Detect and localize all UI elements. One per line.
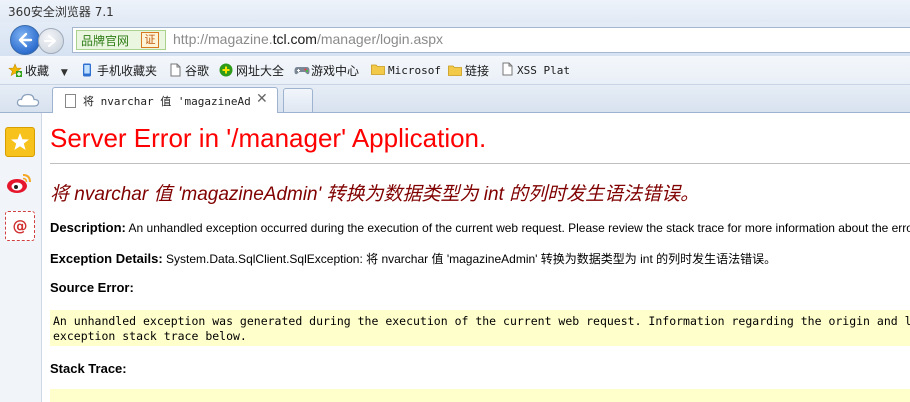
divider <box>50 163 910 164</box>
exception-label: Exception Details: <box>50 251 163 266</box>
favorite-item-label: 手机收藏夹 <box>97 64 158 78</box>
certificate-icon: 证 <box>141 32 159 48</box>
page-icon <box>168 63 182 77</box>
forward-arrow-icon <box>44 35 56 47</box>
error-message: 将 nvarchar 值 'magazineAdmin' 转换为数据类型为 in… <box>50 184 700 205</box>
favorite-item-mobile[interactable]: 手机收藏夹 <box>80 62 157 78</box>
green-plus-icon <box>219 63 233 77</box>
page-icon <box>500 62 514 76</box>
title-bar: 360安全浏览器 7.1 <box>0 0 910 22</box>
url-text[interactable]: http://magazine.tcl.com/manager/login.as… <box>173 31 443 47</box>
star-plus-icon <box>8 63 22 77</box>
sidebar: @ <box>0 113 42 402</box>
favorite-item-xss-plat[interactable]: XSS Plat <box>500 62 570 78</box>
source-error-heading: Source Error: <box>50 280 134 295</box>
phone-icon <box>80 63 94 77</box>
favorite-item-label: 网址大全 <box>236 64 285 78</box>
favorite-item-game-center[interactable]: 游戏中心 <box>294 62 359 78</box>
tab-active[interactable]: 将 nvarchar 值 'magazineAdmi ✕ <box>52 87 278 113</box>
folder-icon <box>448 63 462 77</box>
exception-details-line: Exception Details: System.Data.SqlClient… <box>50 250 776 267</box>
url-host: tcl.com <box>272 31 317 47</box>
favorites-label: 收藏 <box>25 64 50 78</box>
brand-label: 品牌官网 <box>81 34 130 48</box>
tab-title: 将 nvarchar 值 'magazineAdmi <box>83 95 251 108</box>
tab-bar: 将 nvarchar 值 'magazineAdmi ✕ <box>0 85 910 113</box>
new-tab-button[interactable] <box>283 88 313 112</box>
svg-text:@: @ <box>13 217 28 235</box>
exception-text: System.Data.SqlClient.SqlException: 将 nv… <box>162 252 777 266</box>
chevron-down-icon[interactable]: ▼ <box>61 68 68 78</box>
url-prefix: http://magazine. <box>173 31 273 47</box>
email-icon[interactable]: @ <box>5 211 35 241</box>
favorite-item-label: 链接 <box>465 64 490 78</box>
forward-button[interactable] <box>38 28 64 54</box>
stack-trace-heading: Stack Trace: <box>50 361 127 376</box>
stack-trace-label: Stack Trace: <box>50 361 127 376</box>
source-error-label: Source Error: <box>50 280 134 295</box>
favorite-item-label: 游戏中心 <box>311 64 360 78</box>
description-text: An unhandled exception occurred during t… <box>128 221 910 235</box>
close-icon[interactable]: ✕ <box>256 91 268 107</box>
folder-icon <box>371 62 385 76</box>
favorite-item-google[interactable]: 谷歌 <box>168 62 209 78</box>
favorite-item-label: 谷歌 <box>185 64 210 78</box>
brand-official-badge[interactable]: 品牌官网 证 <box>76 30 166 50</box>
weibo-icon[interactable] <box>5 169 33 197</box>
description-line: Description: An unhandled exception occu… <box>50 220 910 235</box>
stack-trace-box <box>50 389 910 402</box>
back-button[interactable] <box>10 25 40 55</box>
page-content: Server Error in '/manager' Application. … <box>42 113 910 402</box>
source-error-line: exception stack trace below. <box>53 329 247 343</box>
favorites-star-icon[interactable] <box>5 127 35 157</box>
back-arrow-icon <box>18 32 33 48</box>
source-error-line: An unhandled exception was generated dur… <box>53 314 910 328</box>
source-error-box: An unhandled exception was generated dur… <box>50 310 910 346</box>
cloud-icon[interactable] <box>16 92 40 107</box>
favorites-menu[interactable]: 收藏 ▼ <box>8 62 68 78</box>
url-path: /manager/login.aspx <box>316 31 444 47</box>
favorite-item-url-directory[interactable]: 网址大全 <box>219 62 284 78</box>
address-bar[interactable]: 品牌官网 证 http://magazine.tcl.com/manager/l… <box>72 27 910 53</box>
favorite-item-label: XSS Plat <box>517 64 570 77</box>
page-icon <box>65 94 76 108</box>
favorite-folder-microsoft[interactable]: Microsof <box>371 62 441 78</box>
navigation-bar: 品牌官网 证 http://magazine.tcl.com/manager/l… <box>0 22 910 56</box>
favorite-folder-links[interactable]: 链接 <box>448 62 489 78</box>
description-label: Description: <box>50 220 126 235</box>
favorites-bar: 收藏 ▼ 手机收藏夹 谷歌 网址大全 游戏中心 Microsof 链接 XSS … <box>0 56 910 85</box>
gamepad-icon <box>294 63 310 77</box>
page-title: Server Error in '/manager' Application. <box>50 123 487 153</box>
favorite-item-label: Microsof <box>388 64 441 77</box>
window-title: 360安全浏览器 7.1 <box>8 5 114 19</box>
